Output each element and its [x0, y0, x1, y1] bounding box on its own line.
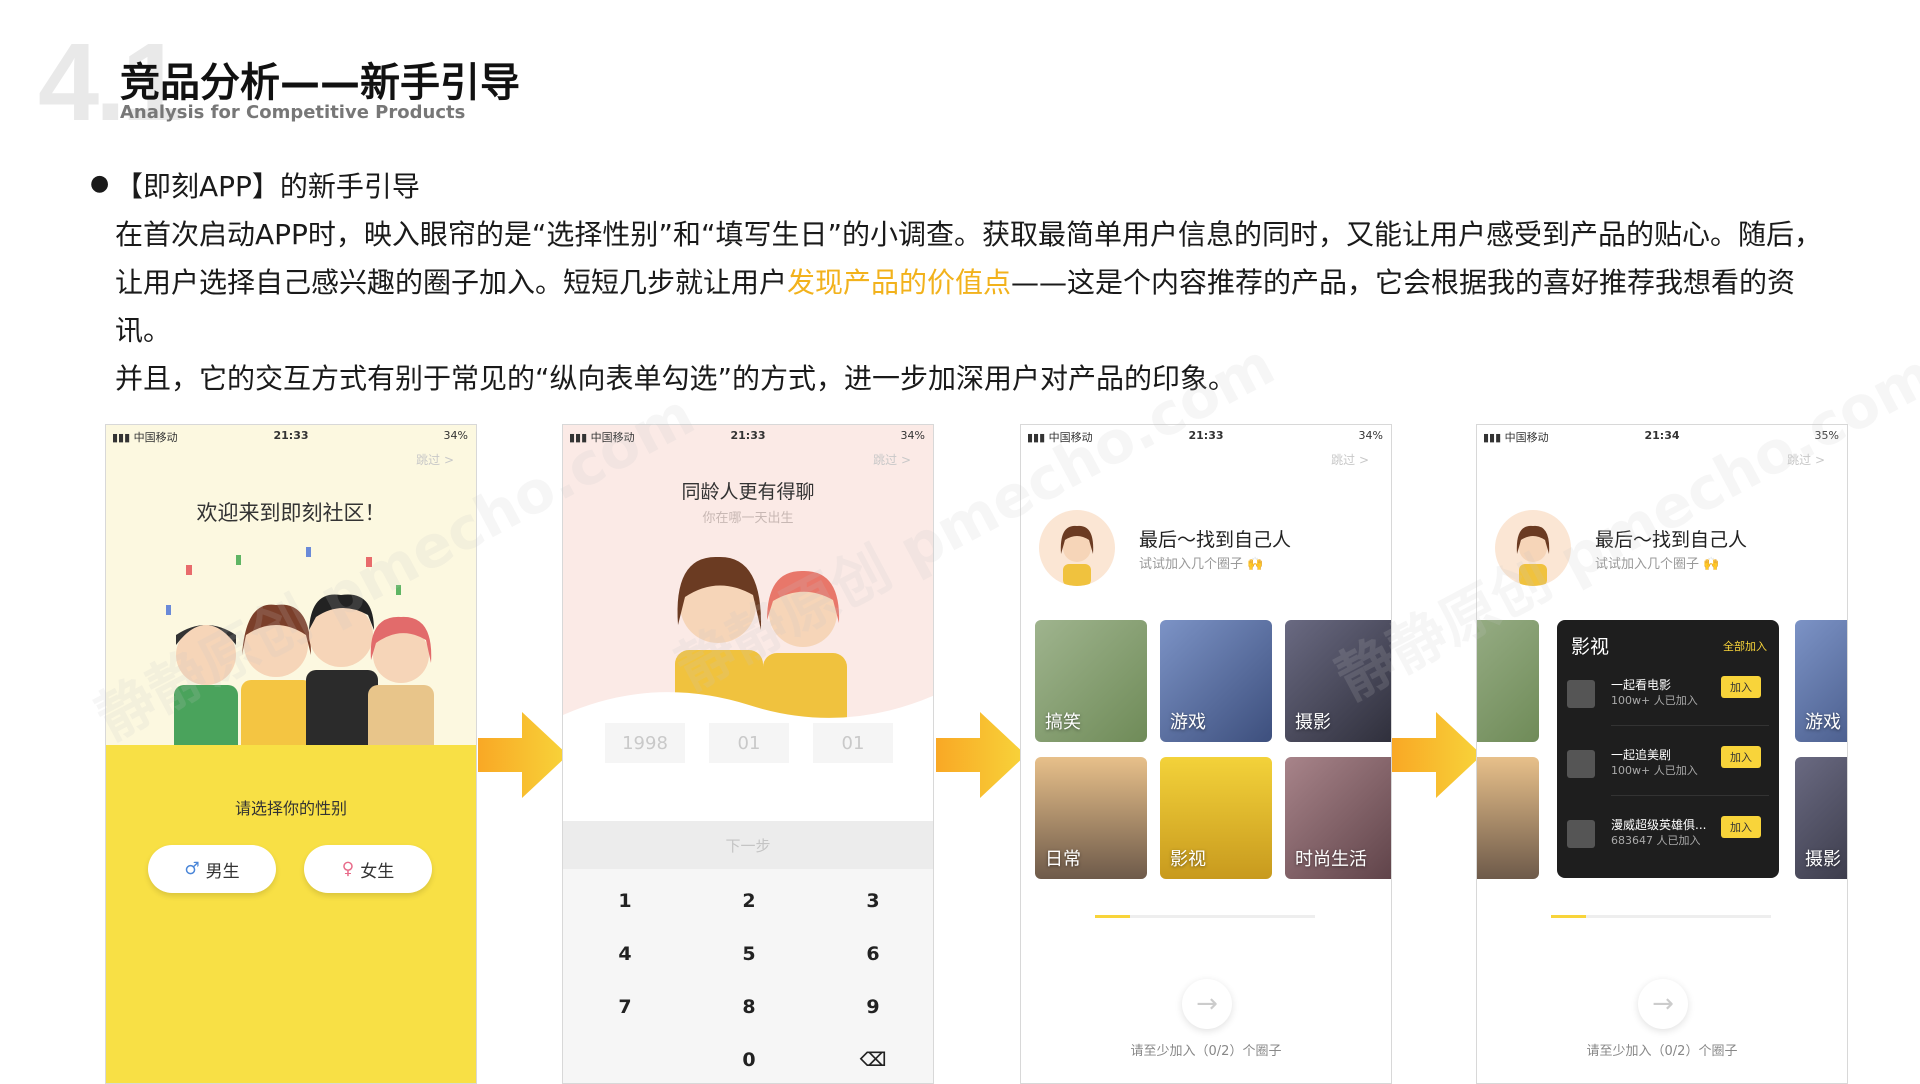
join-button[interactable]: 加入 — [1721, 816, 1761, 838]
key-8[interactable]: 8 — [687, 980, 811, 1034]
row-divider — [1611, 725, 1769, 726]
circle-thumbnail — [1567, 820, 1595, 848]
bullet-dot: ● — [90, 171, 110, 196]
flow-arrow-icon — [936, 712, 1026, 798]
key-6[interactable]: 6 — [811, 927, 933, 981]
tile-label: 搞笑 — [1045, 712, 1081, 733]
tile-label: 游戏 — [1170, 712, 1206, 733]
row-divider — [1611, 795, 1769, 796]
female-icon: ♀ — [341, 859, 355, 879]
bullet-title: 【即刻APP】的新手引导 — [115, 170, 420, 203]
year-input[interactable]: 1998 — [605, 723, 685, 763]
list-item: 一起看电影 100w+ 人已加入 加入 — [1567, 670, 1769, 726]
flow-arrow-icon — [1392, 712, 1482, 798]
next-arrow-button[interactable]: → — [1182, 979, 1232, 1029]
battery-label: 34% — [900, 429, 925, 442]
list-item: 一起追美剧 100w+ 人已加入 加入 — [1567, 740, 1769, 796]
skip-link[interactable]: 跳过 > — [873, 451, 911, 468]
circle-tile-games[interactable]: 游戏 — [1160, 620, 1272, 742]
circle-tile-partial[interactable] — [1477, 757, 1539, 879]
status-time: 21:33 — [273, 429, 309, 442]
tile-label: 影视 — [1170, 849, 1206, 870]
paragraph-line-1: 在首次启动APP时，映入眼帘的是“选择性别”和“填写生日”的小调查。获取最简单用… — [115, 218, 1822, 251]
join-hint: 请至少加入（0/2）个圈子 — [1586, 1044, 1738, 1059]
day-input[interactable]: 01 — [813, 723, 893, 763]
skip-link[interactable]: 跳过 > — [1331, 451, 1369, 468]
progress-fill — [1551, 915, 1587, 918]
skip-link[interactable]: 跳过 > — [416, 451, 454, 468]
circle-thumbnail — [1567, 680, 1595, 708]
circle-tile-funny[interactable]: 搞笑 — [1035, 620, 1147, 742]
circle-tile-fashion[interactable]: 时尚生活 — [1285, 757, 1391, 879]
paragraph-line-3: 讯。 — [115, 314, 172, 347]
circle-count: 683647 人已加入 — [1611, 834, 1701, 847]
month-input[interactable]: 01 — [709, 723, 789, 763]
battery-label: 34% — [443, 429, 468, 442]
progress-fill — [1095, 915, 1131, 918]
movies-popup: 影视 全部加入 一起看电影 100w+ 人已加入 加入 一起追美剧 100w+ … — [1557, 620, 1779, 878]
page-subtitle: Analysis for Competitive Products — [120, 102, 466, 123]
avatar — [1039, 510, 1115, 586]
circle-tile-games[interactable]: 游戏 — [1795, 620, 1847, 742]
key-1[interactable]: 1 — [563, 874, 687, 928]
key-7[interactable]: 7 — [563, 980, 687, 1034]
circle-tile-movies[interactable]: 影视 — [1160, 757, 1272, 879]
circle-count: 100w+ 人已加入 — [1611, 694, 1698, 707]
join-button[interactable]: 加入 — [1721, 676, 1761, 698]
popup-title: 影视 — [1571, 636, 1610, 658]
key-2[interactable]: 2 — [687, 874, 811, 928]
page-title: 竞品分析——新手引导 — [120, 60, 520, 106]
next-step-button[interactable]: 下一步 — [563, 821, 933, 869]
paragraph-line-2: 让用户选择自己感兴趣的圈子加入。短短几步就让用户发现产品的价值点——这是个内容推… — [115, 259, 1795, 307]
tile-label: 日常 — [1045, 849, 1081, 870]
choose-gender-label: 请选择你的性别 — [234, 799, 347, 818]
paragraph-line-2-a: 让用户选择自己感兴趣的圈子加入。短短几步就让用户 — [115, 266, 788, 299]
tile-label: 摄影 — [1805, 849, 1841, 870]
battery-label: 34% — [1358, 429, 1383, 442]
circle-tile-daily[interactable]: 日常 — [1035, 757, 1147, 879]
circle-tile-photography[interactable]: 摄影 — [1795, 757, 1847, 879]
key-4[interactable]: 4 — [563, 927, 687, 981]
circles-heading: 最后～找到自己人 — [1139, 529, 1292, 551]
key-5[interactable]: 5 — [687, 927, 811, 981]
circle-name: 漫威超级英雄俱... — [1611, 818, 1707, 832]
female-label: 女生 — [360, 861, 395, 882]
male-button[interactable]: ♂ 男生 — [148, 845, 276, 893]
next-arrow-button[interactable]: → — [1638, 979, 1688, 1029]
circles-subheading: 试试加入几个圈子 🙌 — [1139, 557, 1264, 572]
circle-thumbnail — [1567, 750, 1595, 778]
numeric-keypad: 1 2 3 4 5 6 7 8 9 0 ⌫ — [563, 869, 933, 1083]
male-label: 男生 — [205, 861, 240, 882]
key-0[interactable]: 0 — [687, 1033, 811, 1083]
paragraph-line-2-b: ——这是个内容推荐的产品，它会根据我的喜好推荐我想看的资 — [1011, 266, 1796, 299]
circle-name: 一起追美剧 — [1611, 748, 1672, 762]
status-bar: ▮▮▮ 中国移动 21:33 34% — [106, 425, 476, 447]
phone-circles-screen: ▮▮▮ 中国移动 21:33 34% 跳过 > 最后～找到自己人 试试加入几个圈… — [1020, 424, 1392, 1084]
male-icon: ♂ — [184, 859, 200, 879]
circle-count: 100w+ 人已加入 — [1611, 764, 1698, 777]
list-item: 漫威超级英雄俱... 683647 人已加入 加入 — [1567, 810, 1769, 866]
tile-label: 摄影 — [1295, 712, 1331, 733]
join-all-link[interactable]: 全部加入 — [1723, 638, 1767, 654]
female-button[interactable]: ♀ 女生 — [304, 845, 432, 893]
progress-track — [1551, 915, 1771, 918]
join-hint: 请至少加入（0/2）个圈子 — [1130, 1044, 1282, 1059]
join-button[interactable]: 加入 — [1721, 746, 1761, 768]
circle-name: 一起看电影 — [1611, 678, 1672, 692]
tile-label: 时尚生活 — [1295, 849, 1367, 870]
backspace-icon[interactable]: ⌫ — [811, 1033, 933, 1083]
highlight-value-point: 发现产品的价值点 — [787, 266, 1012, 299]
key-9[interactable]: 9 — [811, 980, 933, 1034]
flow-arrow-icon — [478, 712, 568, 798]
key-3[interactable]: 3 — [811, 874, 933, 928]
tile-label: 游戏 — [1805, 712, 1841, 733]
progress-track — [1095, 915, 1315, 918]
